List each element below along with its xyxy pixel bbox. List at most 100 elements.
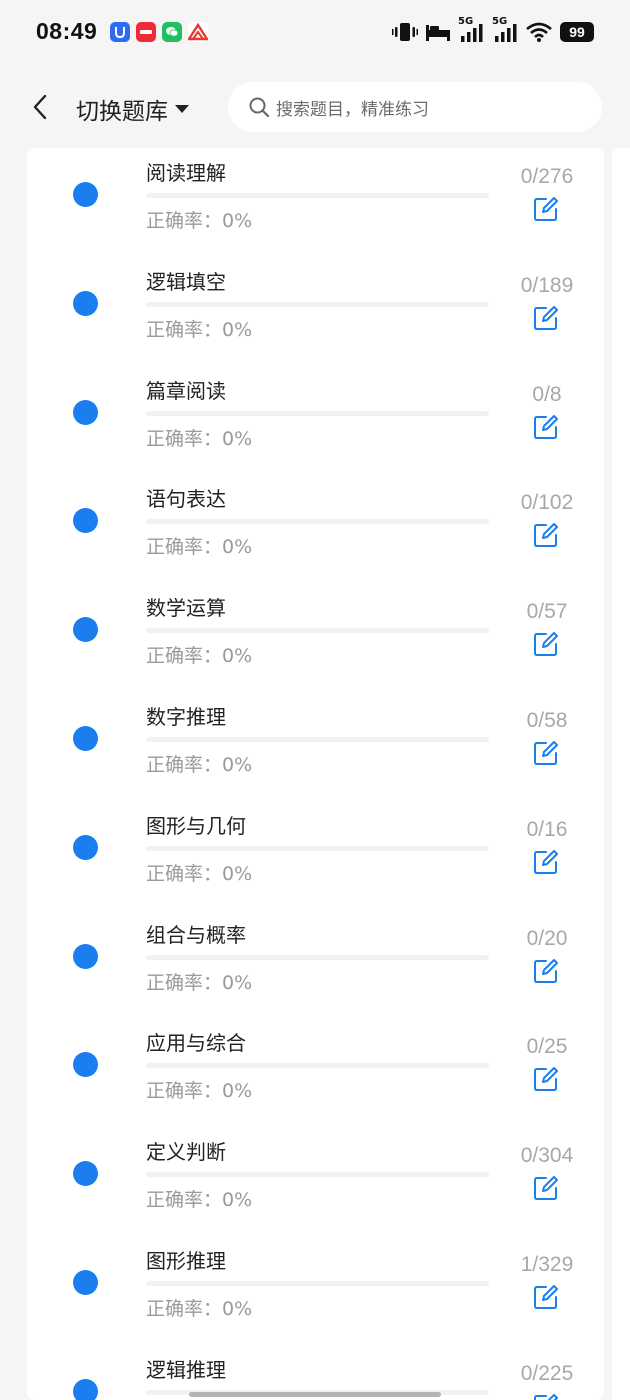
question-count: 0/16 [526,817,568,841]
accuracy-label: 正确率： [146,318,223,341]
question-count: 0/8 [532,382,562,406]
caret-down-icon [175,105,189,113]
category-dot [73,1052,98,1078]
battery-indicator: 99 [560,22,594,42]
practice-edit-button[interactable] [533,631,559,657]
edit-icon [534,1285,558,1309]
chevron-left-icon [33,94,47,120]
back-button[interactable] [26,90,54,124]
question-count: 0/189 [520,273,574,297]
accuracy-text: 正确率：0% [146,1294,252,1321]
category-title: 篇章阅读 [146,378,226,403]
category-row[interactable]: 篇章阅读 正确率：0% 0/8 [27,366,604,474]
accuracy-value: 0% [222,1080,253,1103]
category-dot [73,943,98,969]
question-count: 0/102 [520,491,574,515]
progress-bar [146,1281,489,1286]
category-title: 应用与综合 [146,1031,246,1056]
home-indicator[interactable] [189,1392,441,1397]
edit-icon [534,632,558,657]
progress-bar [146,301,489,307]
question-count: 0/25 [526,1035,568,1059]
category-title: 组合与概率 [146,922,246,947]
practice-edit-button[interactable] [533,1393,559,1400]
category-row[interactable]: 组合与概率正确率：0% 0/20 [27,910,604,1018]
edit-icon [534,1067,558,1092]
accuracy-value: 0% [222,1189,253,1212]
category-dot [73,726,98,751]
category-row[interactable]: 阅读理解 正确率：0% 0/276 [27,148,604,256]
practice-edit-button[interactable] [533,740,559,766]
category-dot [73,290,98,316]
accuracy-value: 0% [222,427,253,450]
status-time: 08:49 [36,18,98,44]
search-placeholder: 搜索题目，精准练习 [276,99,429,120]
accuracy-text: 正确率：0% [146,750,252,777]
practice-edit-button[interactable] [533,1284,559,1310]
category-title: 逻辑推理 [146,1357,226,1382]
progress-bar [146,1172,489,1178]
accuracy-text: 正确率：0% [146,1076,252,1103]
question-count: 0/304 [520,1144,574,1168]
question-count: 0/20 [526,926,568,950]
question-count: 1/329 [520,1253,574,1276]
edit-icon [534,523,558,548]
question-bank-switch[interactable]: 切换题库 [76,92,190,126]
category-row[interactable]: 逻辑填空 正确率：0% 0/189 [27,257,604,365]
accuracy-value: 0% [222,210,253,232]
practice-edit-button[interactable] [533,1175,559,1201]
category-row[interactable]: 定义判断 正确率：0% 0/304 [27,1127,604,1235]
status-indicators: 5G 5G 99 [392,16,594,44]
edit-icon [534,1393,558,1400]
accuracy-text: 正确率：0% [146,859,252,886]
mountain-app-icon [188,22,208,42]
progress-bar [146,410,489,416]
accuracy-value: 0% [222,536,253,559]
header: 切换题库 搜索题目，精准练习 [0,70,630,144]
category-dot [73,182,98,207]
category-title: 图形推理 [146,1249,226,1273]
category-row[interactable]: 图形推理正确率：0% 1/329 [27,1236,604,1344]
accuracy-label: 正确率： [146,210,223,232]
accuracy-label: 正确率： [146,971,223,994]
practice-edit-button[interactable] [533,849,559,875]
sleep-mode-icon [426,20,450,44]
wechat-icon [162,22,182,42]
status-bar: 08:49 5G 5G 99 [0,0,630,70]
practice-edit-button[interactable] [533,414,559,440]
accuracy-label: 正确率： [146,754,223,776]
progress-bar [146,519,489,525]
progress-bar [146,845,489,851]
progress-bar [146,628,489,634]
accuracy-label: 正确率： [146,536,223,559]
accuracy-text: 正确率：0% [146,968,252,995]
network-type-label: 5G [458,16,474,27]
practice-edit-button[interactable] [533,305,559,331]
practice-edit-button[interactable] [533,196,559,222]
progress-bar [146,193,489,198]
category-row[interactable]: 数字推理 正确率：0% 0/58 [27,692,604,800]
category-dot [73,399,98,425]
category-title: 阅读理解 [146,161,226,185]
category-dot [73,508,98,534]
practice-edit-button[interactable] [533,958,559,984]
category-row[interactable]: 数学运算 正确率：0% 0/57 [27,583,604,691]
progress-bar [146,1063,489,1069]
category-row[interactable]: 图形与几何 正确率：0% 0/16 [27,801,604,909]
accuracy-value: 0% [222,862,253,885]
accuracy-value: 0% [222,1298,253,1320]
category-list: 阅读理解 正确率：0% 0/276 逻辑填空 正确率：0% 0/189 篇章阅读 正确率：0%… [27,148,604,1400]
accuracy-text: 正确率：0% [146,1185,252,1212]
category-row[interactable]: 应用与综合正确率：0% 0/25 [27,1018,604,1126]
accuracy-text: 正确率：0% [146,206,252,233]
search-input[interactable]: 搜索题目，精准练习 [228,82,602,132]
practice-edit-button[interactable] [533,1066,559,1092]
practice-edit-button[interactable] [533,522,559,548]
question-count: 0/57 [526,600,568,624]
category-row[interactable]: 语句表达 正确率：0% 0/102 [27,474,604,582]
edit-icon [534,414,558,439]
question-bank-switch-label: 切换题库 [76,99,168,125]
accuracy-label: 正确率： [146,645,223,668]
edit-icon [534,1176,558,1201]
search-icon [248,96,270,118]
